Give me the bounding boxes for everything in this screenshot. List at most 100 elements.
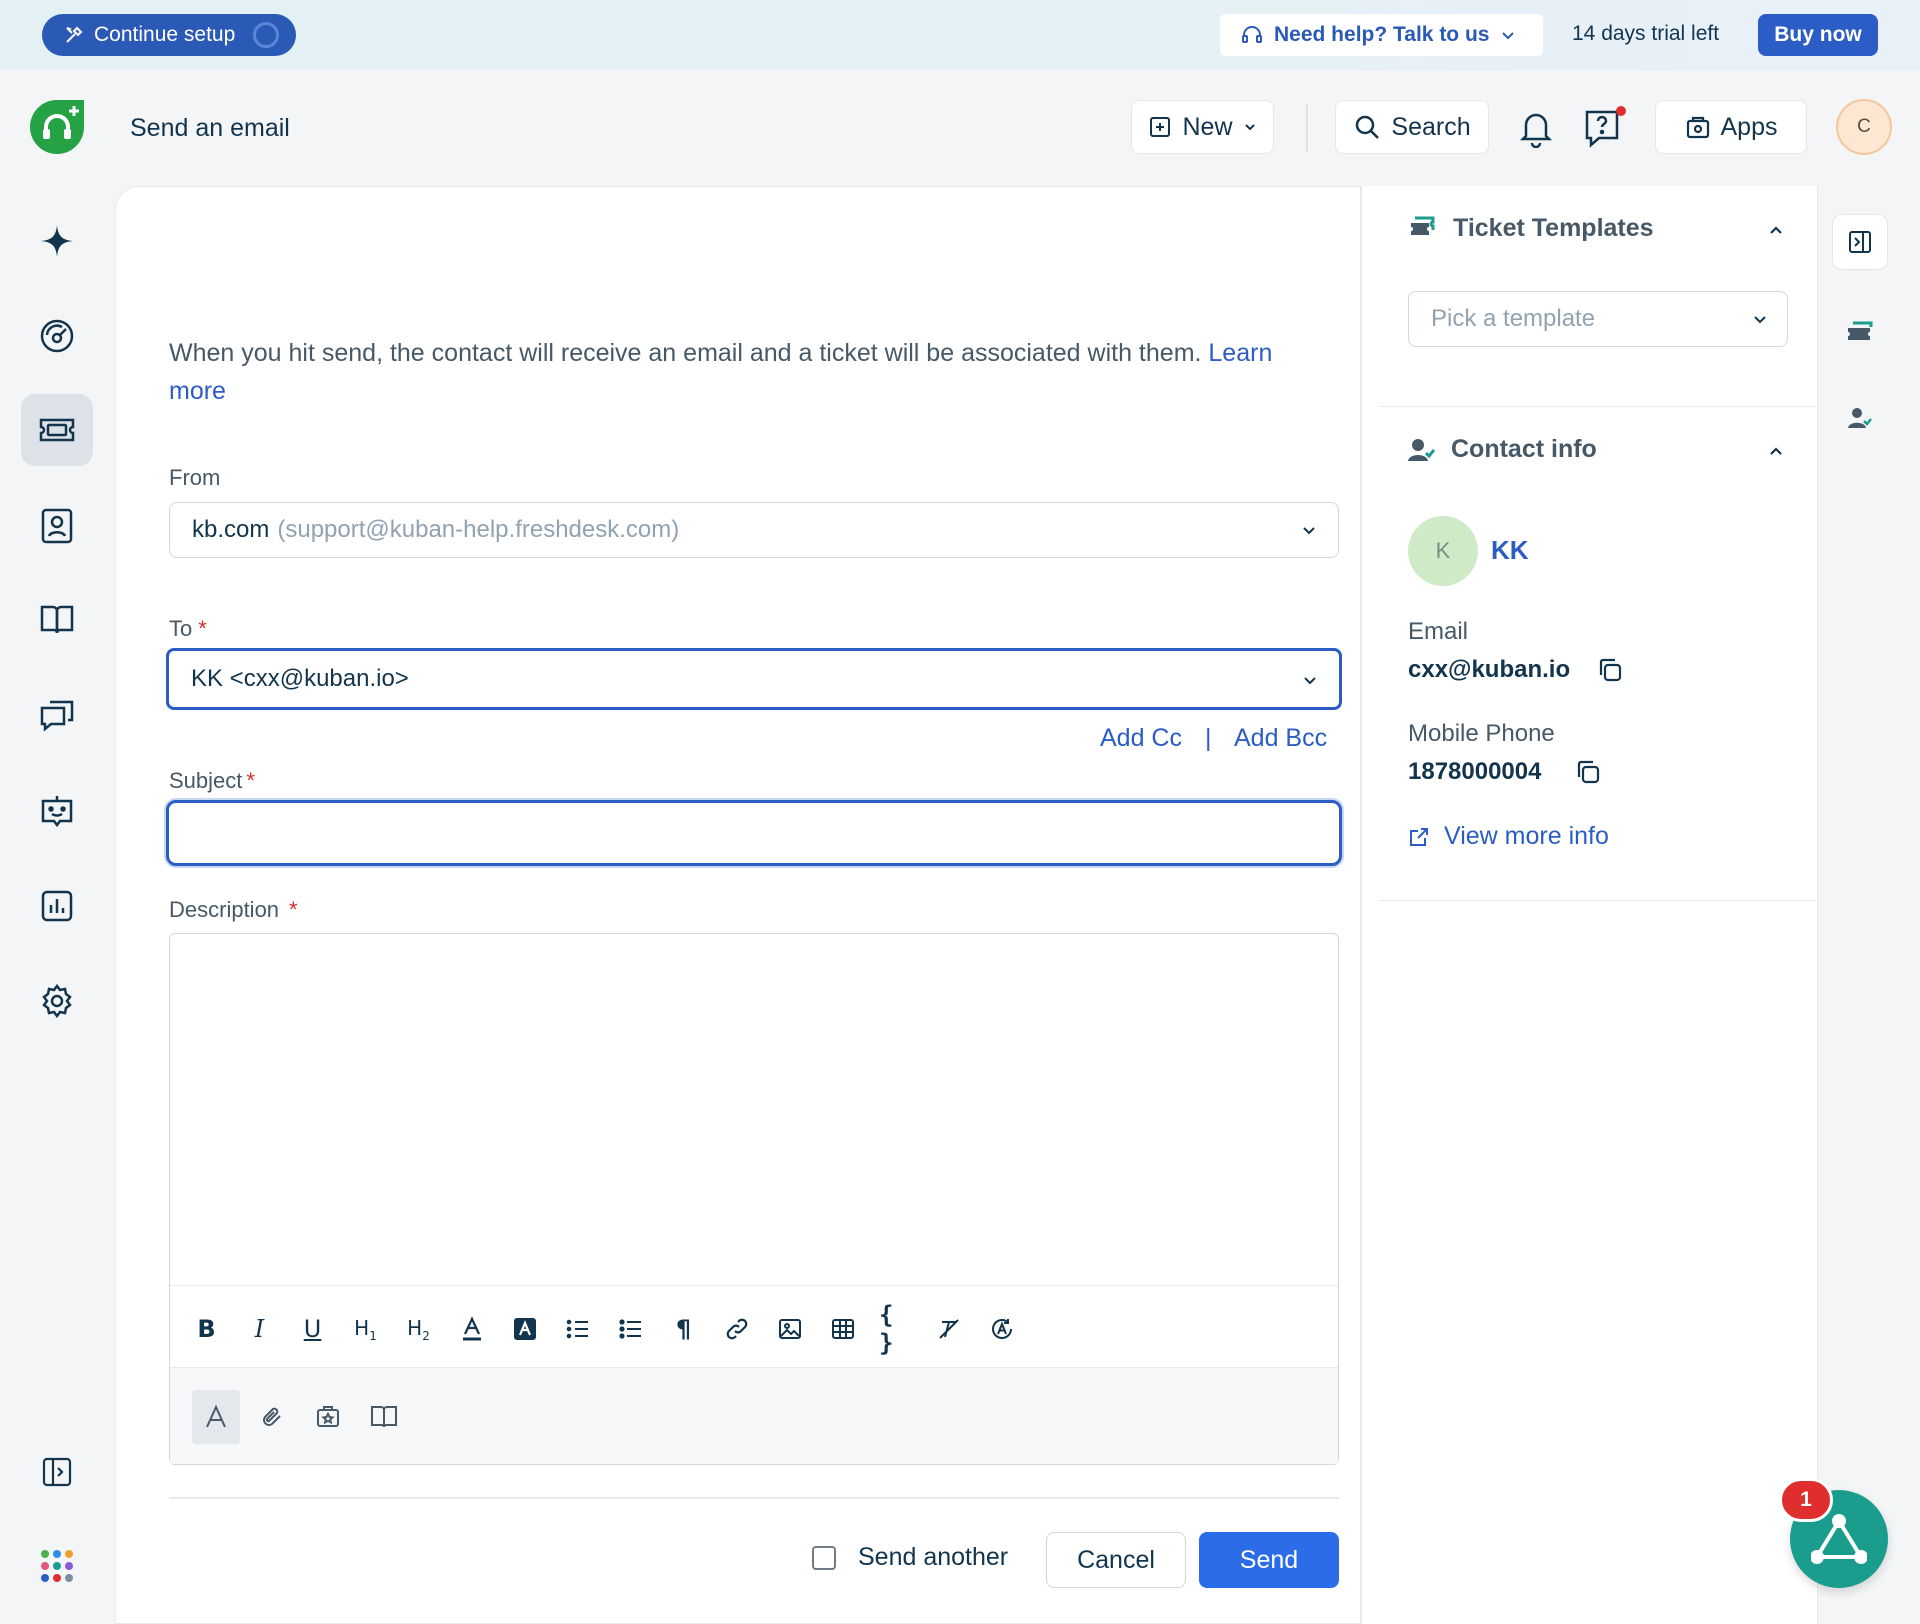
- chevron-down-icon: [1300, 521, 1318, 539]
- paragraph-button[interactable]: ¶: [667, 1309, 700, 1349]
- italic-button[interactable]: I: [243, 1309, 276, 1349]
- link-button[interactable]: [720, 1309, 753, 1349]
- ordered-list-icon: [566, 1318, 590, 1340]
- sidebar-expand-icon: [41, 1456, 73, 1488]
- panel-divider: [1380, 406, 1816, 407]
- nav-freddy-ai[interactable]: [21, 205, 93, 277]
- bold-button[interactable]: B: [190, 1309, 223, 1349]
- nav-dashboard[interactable]: [21, 300, 93, 372]
- send-another-checkbox[interactable]: [812, 1545, 836, 1570]
- contact-info-header[interactable]: Contact info: [1407, 435, 1597, 464]
- contact-name-link[interactable]: KK: [1491, 535, 1529, 566]
- search-button[interactable]: Search: [1335, 100, 1489, 154]
- description-text-area[interactable]: [170, 934, 1338, 1286]
- setup-progress-ring: [253, 22, 280, 48]
- user-avatar[interactable]: C: [1836, 99, 1892, 155]
- book-open-icon: [370, 1404, 398, 1430]
- nav-knowledge-base[interactable]: [21, 584, 93, 656]
- help-question-icon[interactable]: [1580, 104, 1628, 152]
- copy-phone-icon[interactable]: [1574, 758, 1602, 786]
- heading2-button[interactable]: H2: [402, 1309, 435, 1349]
- view-more-label: View more info: [1444, 822, 1609, 850]
- cc-bcc-separator: |: [1205, 724, 1212, 752]
- heading1-button[interactable]: H1: [349, 1309, 382, 1349]
- heading2-icon: H2: [407, 1315, 430, 1343]
- canned-response-button[interactable]: [304, 1390, 352, 1444]
- chevron-up-icon[interactable]: [1766, 441, 1786, 461]
- tools-icon: [64, 25, 84, 45]
- contact-avatar: K: [1408, 516, 1478, 586]
- dashboard-icon: [38, 317, 76, 355]
- canned-response-icon: [315, 1404, 341, 1430]
- apps-button[interactable]: Apps: [1655, 100, 1807, 154]
- add-bcc-link[interactable]: Add Bcc: [1234, 724, 1327, 753]
- plus-square-icon: [1148, 115, 1172, 139]
- nav-contacts[interactable]: [21, 490, 93, 562]
- rail-contact-info[interactable]: [1832, 390, 1888, 446]
- subject-field[interactable]: [166, 800, 1342, 866]
- send-another-option[interactable]: Send another: [812, 1543, 1008, 1572]
- rail-ticket-templates[interactable]: [1832, 304, 1888, 360]
- nav-settings[interactable]: [21, 965, 93, 1037]
- help-dropdown[interactable]: Need help? Talk to us: [1220, 14, 1543, 56]
- send-button[interactable]: Send: [1199, 1532, 1339, 1588]
- chat-icon: [39, 698, 75, 734]
- chevron-down-icon: [1751, 310, 1769, 328]
- to-value: KK <cxx@kuban.io>: [191, 665, 409, 692]
- ticket-templates-title: Ticket Templates: [1453, 214, 1654, 242]
- font-color-icon: [461, 1316, 483, 1342]
- subject-input[interactable]: [169, 803, 1339, 863]
- attach-button[interactable]: [248, 1390, 296, 1444]
- panel-collapse-icon: [1847, 229, 1873, 255]
- editor-toolbar: B I U H1 H2 ¶ { }: [190, 1301, 1018, 1357]
- ai-rewrite-button[interactable]: [985, 1309, 1018, 1349]
- highlight-icon: [513, 1317, 537, 1341]
- heading1-icon: H1: [354, 1315, 377, 1343]
- freshdesk-logo[interactable]: [28, 98, 86, 156]
- buy-now-button[interactable]: Buy now: [1758, 14, 1878, 56]
- clear-format-button[interactable]: [932, 1309, 965, 1349]
- nav-analytics[interactable]: [21, 870, 93, 942]
- copy-email-icon[interactable]: [1596, 656, 1624, 684]
- view-more-info-link[interactable]: View more info: [1408, 822, 1609, 851]
- to-select[interactable]: KK <cxx@kuban.io>: [166, 648, 1342, 710]
- email-label: Email: [1408, 618, 1469, 645]
- insert-solution-button[interactable]: [360, 1390, 408, 1444]
- bullet-list-icon: [618, 1318, 643, 1340]
- image-button[interactable]: [773, 1309, 806, 1349]
- underline-button[interactable]: U: [296, 1309, 329, 1349]
- table-button[interactable]: [826, 1309, 859, 1349]
- paperclip-icon: [260, 1405, 284, 1429]
- ordered-list-button[interactable]: [561, 1309, 594, 1349]
- text-format-button[interactable]: [192, 1390, 240, 1444]
- form-footer-divider: [169, 1497, 1339, 1499]
- sparkle-icon: [39, 223, 75, 259]
- collapse-panel-button[interactable]: [1832, 214, 1888, 270]
- panel-divider: [1380, 900, 1816, 901]
- ticket-templates-header[interactable]: Ticket Templates: [1407, 214, 1654, 243]
- highlight-button[interactable]: [508, 1309, 541, 1349]
- template-select[interactable]: Pick a template: [1408, 291, 1788, 347]
- from-select[interactable]: kb.com (support@kuban-help.freshdesk.com…: [169, 502, 1339, 558]
- gear-icon: [39, 983, 75, 1019]
- table-icon: [831, 1317, 855, 1341]
- bar-chart-icon: [40, 889, 74, 923]
- add-cc-link[interactable]: Add Cc: [1100, 724, 1182, 753]
- chevron-up-icon[interactable]: [1766, 220, 1786, 240]
- new-button[interactable]: New: [1131, 100, 1274, 154]
- nav-expand-sidebar[interactable]: [21, 1436, 93, 1508]
- continue-setup-button[interactable]: Continue setup: [42, 14, 296, 56]
- apps-icon: [1685, 114, 1711, 140]
- chevron-down-icon: [1499, 26, 1517, 44]
- cancel-button[interactable]: Cancel: [1046, 1532, 1186, 1588]
- nav-bots[interactable]: [21, 775, 93, 847]
- nav-tickets[interactable]: [21, 394, 93, 466]
- nav-app-switcher[interactable]: [21, 1530, 93, 1602]
- phone-value: 1878000004: [1408, 758, 1542, 785]
- template-placeholder: Pick a template: [1431, 305, 1596, 332]
- bell-icon[interactable]: [1512, 104, 1560, 152]
- nav-conversations[interactable]: [21, 680, 93, 752]
- font-color-button[interactable]: [455, 1309, 488, 1349]
- code-button[interactable]: { }: [879, 1301, 912, 1357]
- bullet-list-button[interactable]: [614, 1309, 647, 1349]
